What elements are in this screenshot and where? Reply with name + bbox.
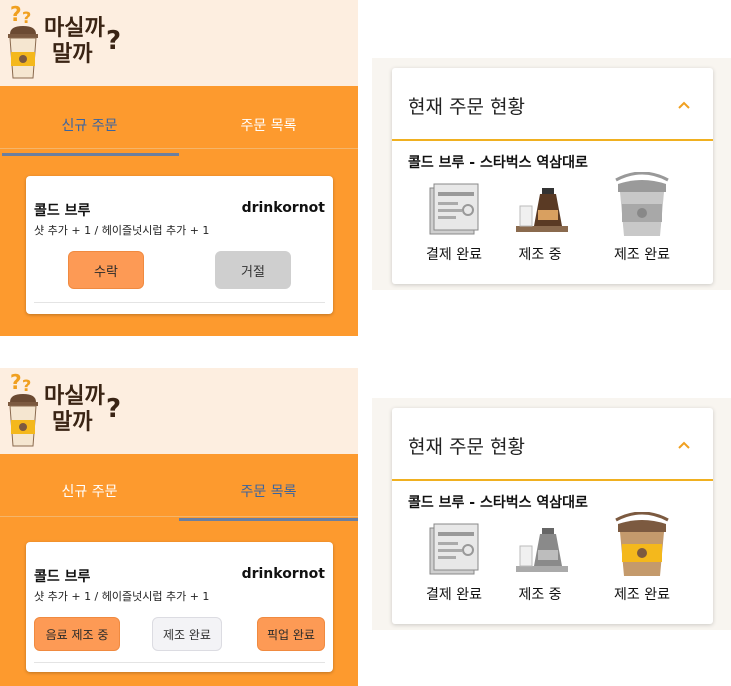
- reject-button[interactable]: 거절: [215, 251, 291, 289]
- top-order-panel: 신규 주문 주문 목록 콜드 브루 drinkornot 샷 추가 + 1 / …: [0, 86, 358, 336]
- active-tab-indicator: [2, 153, 179, 156]
- tab-divider: [0, 516, 358, 517]
- order-options: 샷 추가 + 1 / 헤이즐넛시럽 추가 + 1: [34, 590, 210, 603]
- coffee-cup-gray-icon: [615, 172, 669, 236]
- coffee-cup-icon: [615, 512, 669, 576]
- card-divider: [34, 302, 325, 303]
- status-store: 콜드 브루 - 스타벅스 역삼대로: [408, 155, 588, 171]
- card-divider: [34, 662, 325, 663]
- order-user: drinkornot: [241, 200, 325, 216]
- active-tab-indicator: [179, 518, 358, 521]
- tab-divider: [0, 148, 358, 149]
- status-divider: [392, 479, 713, 481]
- order-card: 콜드 브루 drinkornot 샷 추가 + 1 / 헤이즐넛시럽 추가 + …: [26, 542, 333, 672]
- logo-text-line1: 마실까: [44, 384, 105, 409]
- order-item-name: 콜드 브루: [34, 569, 91, 585]
- tab-order-list[interactable]: 주문 목록: [179, 460, 358, 522]
- tab-bar: 신규 주문 주문 목록: [0, 94, 358, 156]
- status-divider: [392, 139, 713, 141]
- chevron-up-icon[interactable]: [677, 98, 691, 112]
- coffee-cup-icon: [8, 394, 38, 447]
- top-header: ? ? 마실까 말까 ?: [0, 0, 358, 86]
- order-item-name: 콜드 브루: [34, 203, 91, 219]
- app-logo: ? ? 마실까 말까 ?: [6, 2, 136, 84]
- order-options: 샷 추가 + 1 / 헤이즐넛시럽 추가 + 1: [34, 224, 210, 237]
- logo-text-line2: 말까: [52, 42, 93, 67]
- stage-label: 제조 중: [518, 247, 562, 263]
- order-status-card: 현재 주문 현황 콜드 브루 - 스타벅스 역삼대로 결제 완료 제조 중 제조…: [392, 68, 713, 284]
- status-title: 현재 주문 현황: [408, 436, 525, 458]
- coffee-maker-gray-icon: [516, 528, 568, 572]
- coffee-cup-icon: [8, 26, 38, 79]
- brewing-button[interactable]: 음료 제조 중: [34, 617, 120, 651]
- question-mark-icon: ?: [22, 376, 32, 395]
- bottom-header: ? ? 마실까 말까 ?: [0, 368, 358, 454]
- order-status-card: 현재 주문 현황 콜드 브루 - 스타벅스 역삼대로 결제 완료 제조 중 제조…: [392, 408, 713, 624]
- coffee-maker-icon: [516, 188, 568, 232]
- brew-complete-button[interactable]: 제조 완료: [152, 617, 222, 651]
- tab-bar: 신규 주문 주문 목록: [0, 460, 358, 522]
- stage-label: 제조 완료: [614, 247, 670, 263]
- pickup-complete-button[interactable]: 픽업 완료: [257, 617, 325, 651]
- question-mark-icon: ?: [22, 8, 32, 27]
- tab-new-orders[interactable]: 신규 주문: [0, 460, 179, 522]
- stage-label: 제조 완료: [614, 587, 670, 603]
- tab-new-orders[interactable]: 신규 주문: [0, 94, 179, 156]
- status-store: 콜드 브루 - 스타벅스 역삼대로: [408, 495, 588, 511]
- stage-label: 결제 완료: [426, 247, 482, 263]
- receipt-icon: [429, 183, 479, 235]
- tab-order-list[interactable]: 주문 목록: [179, 94, 358, 156]
- bottom-order-panel: 신규 주문 주문 목록 콜드 브루 drinkornot 샷 추가 + 1 / …: [0, 454, 358, 686]
- stage-label: 제조 중: [518, 587, 562, 603]
- app-logo: ? ? 마실까 말까 ?: [6, 370, 136, 452]
- receipt-icon: [429, 523, 479, 575]
- stage-label: 결제 완료: [426, 587, 482, 603]
- logo-text-line1: 마실까: [44, 16, 105, 41]
- order-card: 콜드 브루 drinkornot 샷 추가 + 1 / 헤이즐넛시럽 추가 + …: [26, 176, 333, 314]
- logo-question: ?: [106, 394, 122, 424]
- accept-button[interactable]: 수락: [68, 251, 144, 289]
- logo-text-line2: 말까: [52, 410, 93, 435]
- question-mark-icon: ?: [10, 370, 22, 394]
- chevron-up-icon[interactable]: [677, 438, 691, 452]
- status-title: 현재 주문 현황: [408, 96, 525, 118]
- question-mark-icon: ?: [10, 2, 22, 26]
- order-user: drinkornot: [241, 566, 325, 582]
- logo-question: ?: [106, 26, 122, 56]
